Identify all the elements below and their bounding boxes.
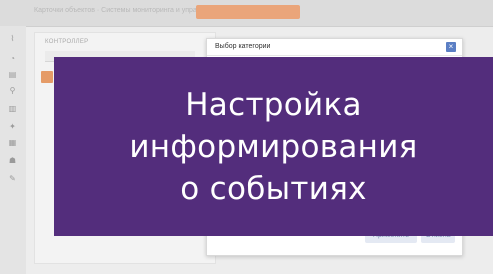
gauge-icon[interactable]: ◔ (8, 54, 17, 63)
orange-tab[interactable] (196, 5, 300, 19)
top-bar: Карточки объектов · Системы мониторинга … (0, 0, 493, 27)
bar-chart-icon[interactable]: ▥ (8, 104, 17, 113)
overlay-title-line-3: о событиях (180, 170, 367, 207)
overlay-title-line-2: информирования (129, 128, 418, 165)
chart-icon[interactable]: ⌇ (8, 34, 17, 43)
wrench-icon[interactable]: ✎ (8, 174, 17, 183)
list-icon[interactable]: ▤ (8, 70, 17, 79)
close-icon[interactable]: × (446, 42, 456, 52)
map-pin-icon[interactable]: ⚲ (8, 86, 17, 95)
action-button[interactable] (41, 71, 53, 83)
breadcrumb[interactable]: Карточки объектов · Системы мониторинга … (34, 7, 220, 14)
users-icon[interactable]: ☗ (8, 156, 17, 165)
title-overlay: Настройка информирования о событиях (54, 57, 493, 236)
dialog-title: Выбор категории (215, 43, 271, 50)
overlay-title-line-1: Настройка (185, 86, 362, 123)
panel-label: КОНТРОЛЛЕР (45, 39, 89, 45)
group-icon[interactable]: ✦ (8, 122, 17, 131)
sidebar: ⌇ ◔ ▤ ⚲ ▥ ✦ ▦ ☗ ✎ (0, 26, 26, 274)
dialog-header: Выбор категории × (207, 39, 462, 56)
grid-icon[interactable]: ▦ (8, 138, 17, 147)
